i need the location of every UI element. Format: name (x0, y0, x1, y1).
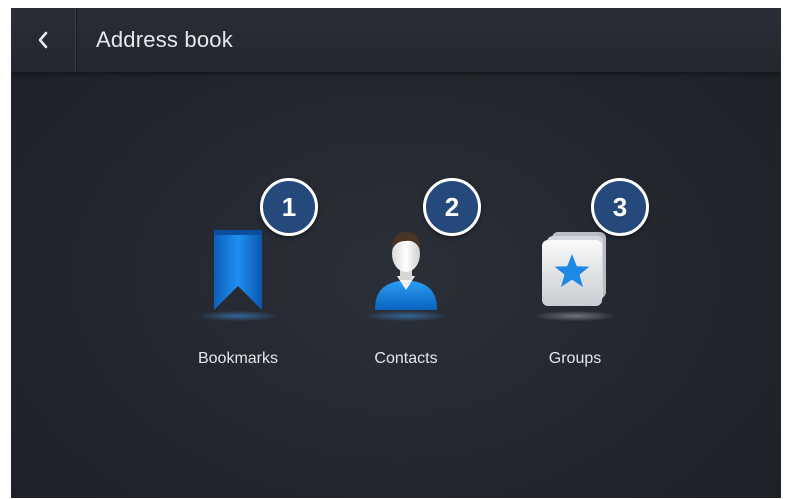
chevron-left-icon (36, 30, 50, 50)
back-button[interactable] (11, 8, 76, 72)
bookmarks-label: Bookmarks (197, 350, 279, 367)
badge-1: 1 (260, 178, 318, 236)
bookmarks-item[interactable]: 1 Bookmarks (173, 178, 318, 384)
page-title: Address book (96, 27, 233, 52)
groups-glow (535, 311, 615, 321)
group-star-icon (538, 230, 612, 315)
contacts-item[interactable]: 2 Contacts (341, 178, 481, 384)
header-bar: Address book (11, 8, 781, 73)
groups-label: Groups (548, 350, 602, 367)
bookmark-icon (208, 224, 268, 319)
bookmark-glow (198, 311, 278, 321)
address-book-screen: Address book 1 Bookmarks 2 Contacts 3 Gr… (11, 8, 781, 498)
contacts-label: Contacts (374, 350, 438, 367)
groups-item[interactable]: 3 Groups (510, 178, 649, 384)
contact-person-icon (371, 224, 441, 317)
contacts-glow (366, 311, 446, 321)
badge-3: 3 (591, 178, 649, 236)
badge-2: 2 (423, 178, 481, 236)
